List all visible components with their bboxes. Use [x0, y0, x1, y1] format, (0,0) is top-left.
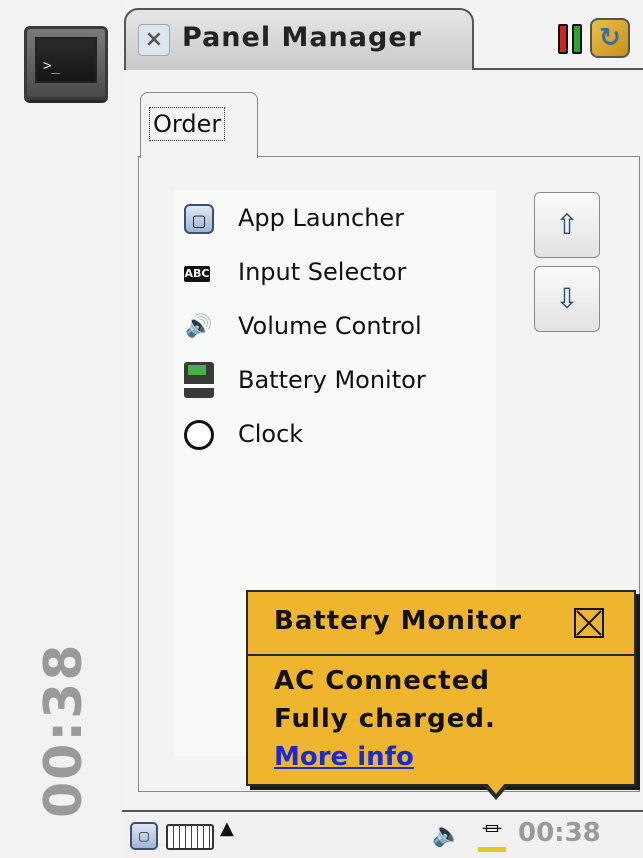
- clock-icon: [184, 420, 214, 450]
- close-icon[interactable]: ×: [138, 24, 170, 56]
- list-item-input-selector[interactable]: ABC Input Selector: [180, 252, 500, 292]
- clock-text[interactable]: 00:38: [518, 818, 601, 848]
- popup-header: Battery Monitor: [248, 592, 634, 656]
- status-indicator-icon[interactable]: [558, 24, 584, 54]
- terminal-icon: >_: [35, 37, 97, 83]
- battery-icon: [184, 362, 214, 398]
- list-item-battery-monitor[interactable]: Battery Monitor: [180, 360, 500, 400]
- keyboard-icon[interactable]: [166, 824, 214, 850]
- app-launcher-icon[interactable]: ▢: [130, 822, 158, 850]
- red-status-bar: [558, 24, 568, 54]
- list-item-label: Input Selector: [238, 258, 407, 286]
- bottom-panel: ▢ ▲ 🔈 ⏛ 00:38: [122, 810, 643, 858]
- vertical-clock: 00:38: [34, 642, 94, 818]
- tab-order-label: Order: [149, 107, 226, 141]
- move-down-button[interactable]: ⇩: [534, 266, 600, 332]
- popup-status-charge: Fully charged.: [274, 704, 496, 734]
- move-up-button[interactable]: ⇧: [534, 192, 600, 258]
- tab-bar: × Panel Manager ↻: [122, 0, 643, 70]
- close-icon[interactable]: [574, 608, 604, 638]
- list-item-label: Clock: [238, 420, 304, 448]
- speaker-icon: 🔊: [185, 314, 213, 339]
- volume-icon[interactable]: 🔈: [432, 820, 462, 848]
- terminal-prompt-glyph: >_: [43, 58, 60, 74]
- tab-panel-manager[interactable]: × Panel Manager: [124, 8, 474, 70]
- more-info-link[interactable]: More info: [274, 742, 414, 772]
- left-strip: >_ 00:38: [0, 0, 122, 858]
- abc-keyboard-icon: ABC: [184, 266, 210, 282]
- popup-pointer-fill: [486, 782, 506, 794]
- list-item-app-launcher[interactable]: ▢ App Launcher: [180, 198, 500, 238]
- terminal-button[interactable]: >_: [24, 26, 108, 100]
- popup-title: Battery Monitor: [274, 606, 522, 636]
- list-item-clock[interactable]: Clock: [180, 414, 500, 454]
- sync-icon[interactable]: ↻: [590, 18, 630, 58]
- list-item-label: App Launcher: [238, 204, 405, 232]
- list-item-label: Volume Control: [238, 312, 422, 340]
- list-item-label: Battery Monitor: [238, 366, 426, 394]
- popup-status-ac: AC Connected: [274, 666, 490, 696]
- power-plug-icon[interactable]: ⏛: [478, 818, 506, 852]
- tab-title: Panel Manager: [182, 22, 422, 53]
- battery-monitor-popup: Battery Monitor AC Connected Fully charg…: [246, 590, 636, 800]
- tab-order[interactable]: Order: [140, 92, 258, 158]
- green-status-bar: [572, 24, 582, 54]
- list-item-volume-control[interactable]: 🔊 Volume Control: [180, 306, 500, 346]
- app-launcher-icon: ▢: [184, 204, 214, 234]
- arrow-up-icon[interactable]: ▲: [220, 818, 234, 839]
